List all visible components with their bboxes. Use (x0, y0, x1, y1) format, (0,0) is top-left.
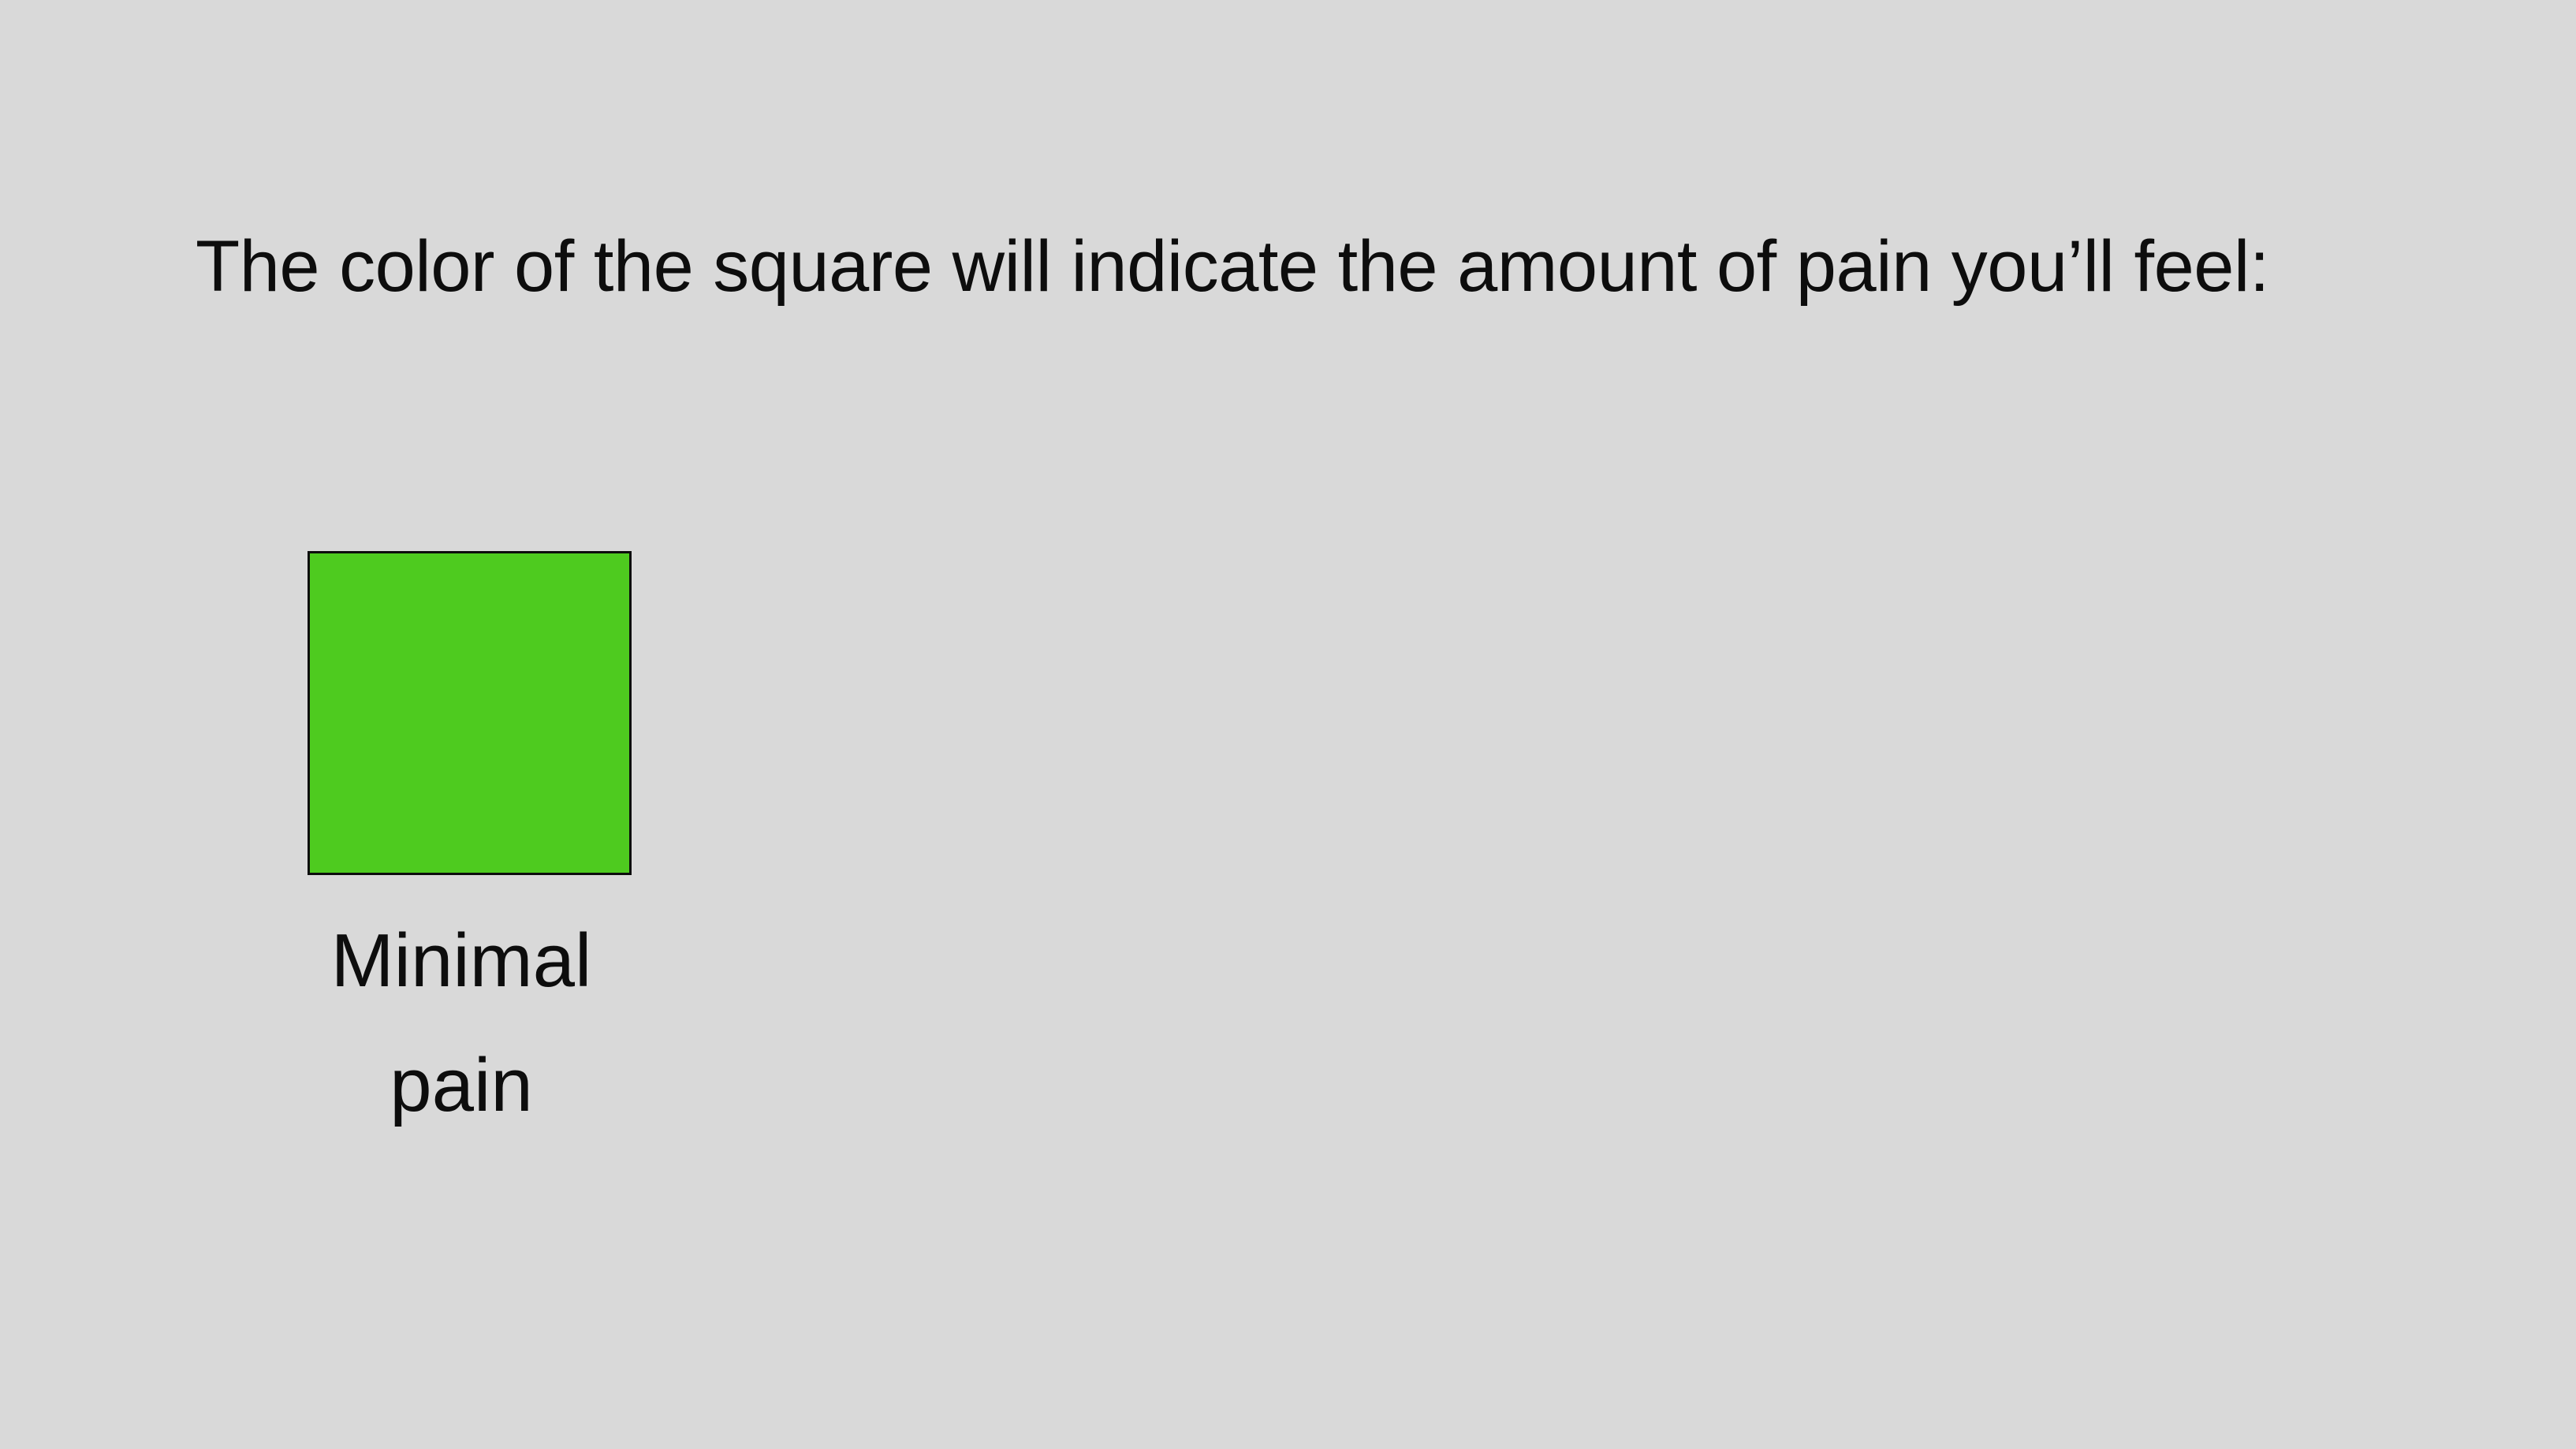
slide: The color of the square will indicate th… (0, 0, 2576, 1449)
instruction-text: The color of the square will indicate th… (196, 226, 2269, 307)
square-label-line-2: pain (390, 1043, 533, 1127)
square-label-line-1: Minimal (330, 918, 592, 1003)
square-label: Minimal pain (284, 899, 639, 1148)
pain-color-square (308, 551, 632, 875)
